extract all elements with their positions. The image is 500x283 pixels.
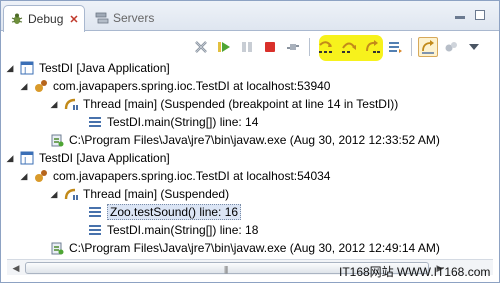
tree-item-stack-frame[interactable]: TestDI.main(String[]) line: 18 [87, 221, 258, 239]
suspend-icon [242, 42, 252, 52]
toolbar-separator-2 [411, 38, 412, 56]
drop-to-frame-button[interactable] [385, 37, 405, 57]
drop-to-frame-icon [389, 42, 402, 53]
tree-item-thread[interactable]: ◢ Thread [main] (Suspended (breakpoint a… [49, 95, 399, 113]
suspended-thread-icon [63, 186, 79, 202]
process-icon [49, 132, 65, 148]
remove-terminated-icon [195, 41, 207, 53]
expand-arrow-icon[interactable]: ◢ [5, 63, 15, 73]
tree-item-launch[interactable]: ◢ J TestDI [Java Application] [5, 59, 170, 77]
debug-target-icon [33, 168, 49, 184]
threads-icon [445, 42, 457, 52]
tab-servers[interactable]: Servers [89, 5, 160, 31]
use-step-filters-button[interactable] [418, 37, 438, 57]
grip-icon: ||| [224, 265, 228, 274]
minimize-button[interactable] [455, 16, 465, 19]
tree-item-stack-frame[interactable]: TestDI.main(String[]) line: 14 [87, 113, 258, 131]
tree-item-process[interactable]: C:\Program Files\Java\jre7\bin\javaw.exe… [49, 131, 440, 149]
step-into-button[interactable] [316, 37, 336, 57]
terminate-icon [265, 42, 275, 52]
step-over-icon [342, 42, 356, 53]
stack-frame-icon [87, 222, 103, 238]
tree-label: C:\Program Files\Java\jre7\bin\javaw.exe… [69, 133, 440, 147]
step-into-icon [319, 41, 332, 53]
view-menu-button[interactable] [464, 37, 484, 57]
view-options-button[interactable] [441, 37, 461, 57]
tree-item-thread[interactable]: ◢ Thread [main] (Suspended) [49, 185, 230, 203]
watermark: IT168网站 WWW.IT168.com [339, 265, 491, 279]
suspended-thread-icon [63, 96, 79, 112]
java-application-icon: J [19, 60, 35, 76]
tree-label: TestDI.main(String[]) line: 14 [107, 115, 259, 129]
debug-target-icon [33, 78, 49, 94]
terminate-button[interactable] [260, 37, 280, 57]
java-application-icon: J [19, 150, 35, 166]
tab-servers-label: Servers [113, 11, 155, 25]
expand-arrow-icon[interactable]: ◢ [5, 153, 15, 163]
tree-item-vm[interactable]: ◢ com.javapapers.spring.ioc.TestDI at lo… [19, 167, 331, 185]
step-return-icon [366, 40, 380, 53]
tree-label: Thread [main] (Suspended) [83, 187, 230, 201]
resume-button[interactable] [214, 37, 234, 57]
tab-debug[interactable]: Debug ✕ [3, 5, 85, 32]
tree-label: com.javapapers.spring.ioc.TestDI at loca… [53, 169, 331, 183]
resume-icon [218, 42, 230, 52]
debug-bug-icon [10, 12, 24, 26]
tab-debug-label: Debug [28, 12, 64, 26]
debug-view: Debug ✕ Servers ◢ J TestDI [Java Applica… [0, 0, 500, 283]
expand-arrow-icon[interactable]: ◢ [19, 81, 29, 91]
servers-icon [95, 11, 109, 25]
step-return-button[interactable] [362, 37, 382, 57]
chevron-down-icon [469, 44, 479, 50]
tree-label: TestDI.main(String[]) line: 18 [107, 223, 259, 237]
tree-item-vm[interactable]: ◢ com.javapapers.spring.ioc.TestDI at lo… [19, 77, 331, 95]
step-over-button[interactable] [339, 37, 359, 57]
tree-item-stack-frame-selected[interactable]: Zoo.testSound() line: 16 [87, 203, 242, 221]
stack-frame-icon [87, 204, 103, 220]
expand-arrow-icon[interactable]: ◢ [19, 171, 29, 181]
window-controls [455, 10, 485, 20]
expand-arrow-icon[interactable]: ◢ [49, 99, 59, 109]
suspend-button[interactable] [237, 37, 257, 57]
tree-label: Zoo.testSound() line: 16 [107, 204, 242, 220]
maximize-button[interactable] [475, 10, 485, 20]
disconnect-button[interactable] [283, 37, 303, 57]
tree-item-process[interactable]: C:\Program Files\Java\jre7\bin\javaw.exe… [49, 239, 440, 257]
svg-text:J: J [23, 156, 26, 165]
process-icon [49, 240, 65, 256]
tree-item-launch[interactable]: ◢ J TestDI [Java Application] [5, 149, 170, 167]
step-filters-icon [422, 40, 434, 54]
disconnect-icon [287, 44, 299, 50]
tree-label: com.javapapers.spring.ioc.TestDI at loca… [53, 79, 331, 93]
tree-label: TestDI [Java Application] [39, 151, 170, 165]
toolbar-separator [309, 38, 310, 56]
expand-arrow-icon[interactable]: ◢ [49, 189, 59, 199]
remove-all-terminated-button[interactable] [191, 37, 211, 57]
scroll-left-icon[interactable]: ◀ [9, 262, 23, 274]
tab-strip: Debug ✕ Servers [1, 1, 499, 32]
stack-frame-icon [87, 114, 103, 130]
tree-label: Thread [main] (Suspended (breakpoint at … [83, 97, 399, 111]
debug-toolbar [191, 35, 491, 59]
tree-label: TestDI [Java Application] [39, 61, 170, 75]
svg-text:J: J [23, 66, 26, 75]
close-icon[interactable]: ✕ [69, 13, 78, 26]
tree-label: C:\Program Files\Java\jre7\bin\javaw.exe… [69, 241, 440, 255]
